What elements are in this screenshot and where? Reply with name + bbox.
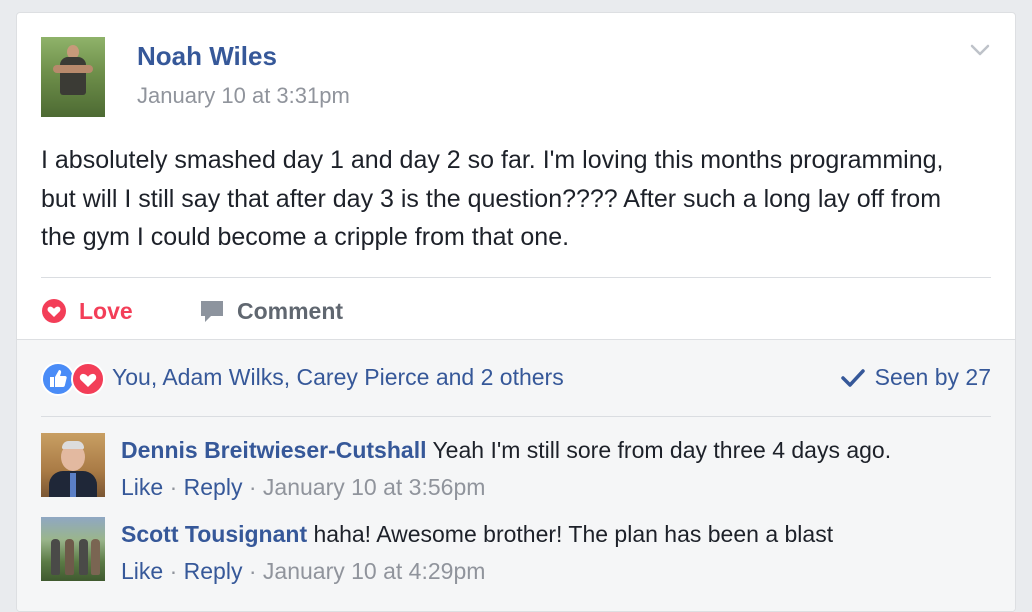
- comments-section: You, Adam Wilks, Carey Pierce and 2 othe…: [17, 339, 1015, 611]
- reactions-row: You, Adam Wilks, Carey Pierce and 2 othe…: [41, 358, 991, 398]
- separator-dot: ·: [242, 558, 263, 584]
- separator-dot: ·: [163, 474, 184, 500]
- checkmark-icon: [840, 368, 865, 387]
- comment-meta: Like · Reply · January 10 at 3:56pm: [121, 474, 485, 501]
- comment-like-link[interactable]: Like: [121, 474, 163, 500]
- comment-item: Dennis Breitwieser-Cutshall Yeah I'm sti…: [41, 433, 991, 509]
- comment-reply-link[interactable]: Reply: [184, 558, 243, 584]
- author-name[interactable]: Noah Wiles: [137, 41, 277, 72]
- comment-text: haha! Awesome brother! The plan has been…: [313, 521, 834, 547]
- post-card: Noah Wiles January 10 at 3:31pm I absolu…: [16, 12, 1016, 612]
- separator-dot: ·: [163, 558, 184, 584]
- post-actions: Love Comment: [41, 291, 991, 331]
- post-timestamp[interactable]: January 10 at 3:31pm: [137, 83, 350, 109]
- comment-label: Comment: [237, 297, 344, 324]
- commenter-avatar[interactable]: [41, 433, 105, 497]
- comment-meta: Like · Reply · January 10 at 4:29pm: [121, 558, 485, 585]
- heart-icon: [71, 362, 105, 396]
- seen-by-label: Seen by 27: [874, 364, 991, 390]
- comment-reply-link[interactable]: Reply: [184, 474, 243, 500]
- love-label: Love: [79, 297, 133, 324]
- separator-dot: ·: [242, 474, 263, 500]
- seen-by[interactable]: Seen by 27: [840, 364, 991, 391]
- love-button[interactable]: Love: [41, 291, 133, 331]
- reaction-icons[interactable]: [41, 362, 107, 396]
- author-avatar[interactable]: [41, 37, 105, 117]
- divider: [41, 277, 991, 278]
- commenter-name[interactable]: Scott Tousignant: [121, 521, 307, 547]
- comment-button[interactable]: Comment: [199, 291, 343, 331]
- comment-content: Scott Tousignant haha! Awesome brother! …: [121, 521, 833, 548]
- post-header: Noah Wiles January 10 at 3:31pm: [41, 37, 995, 117]
- thumbs-up-icon: [41, 362, 75, 396]
- chevron-down-icon[interactable]: [969, 39, 991, 61]
- comment-item: Scott Tousignant haha! Awesome brother! …: [41, 517, 991, 593]
- commenter-name[interactable]: Dennis Breitwieser-Cutshall: [121, 437, 426, 463]
- heart-icon: [42, 299, 66, 323]
- comment-text: Yeah I'm still sore from day three 4 day…: [432, 437, 892, 463]
- divider: [41, 416, 991, 417]
- reactions-summary[interactable]: You, Adam Wilks, Carey Pierce and 2 othe…: [112, 364, 564, 391]
- comment-timestamp[interactable]: January 10 at 4:29pm: [263, 558, 485, 584]
- comment-like-link[interactable]: Like: [121, 558, 163, 584]
- speech-bubble-icon: [201, 301, 223, 322]
- comment-content: Dennis Breitwieser-Cutshall Yeah I'm sti…: [121, 437, 891, 464]
- commenter-avatar[interactable]: [41, 517, 105, 581]
- comment-timestamp[interactable]: January 10 at 3:56pm: [263, 474, 485, 500]
- post-text: I absolutely smashed day 1 and day 2 so …: [41, 146, 944, 251]
